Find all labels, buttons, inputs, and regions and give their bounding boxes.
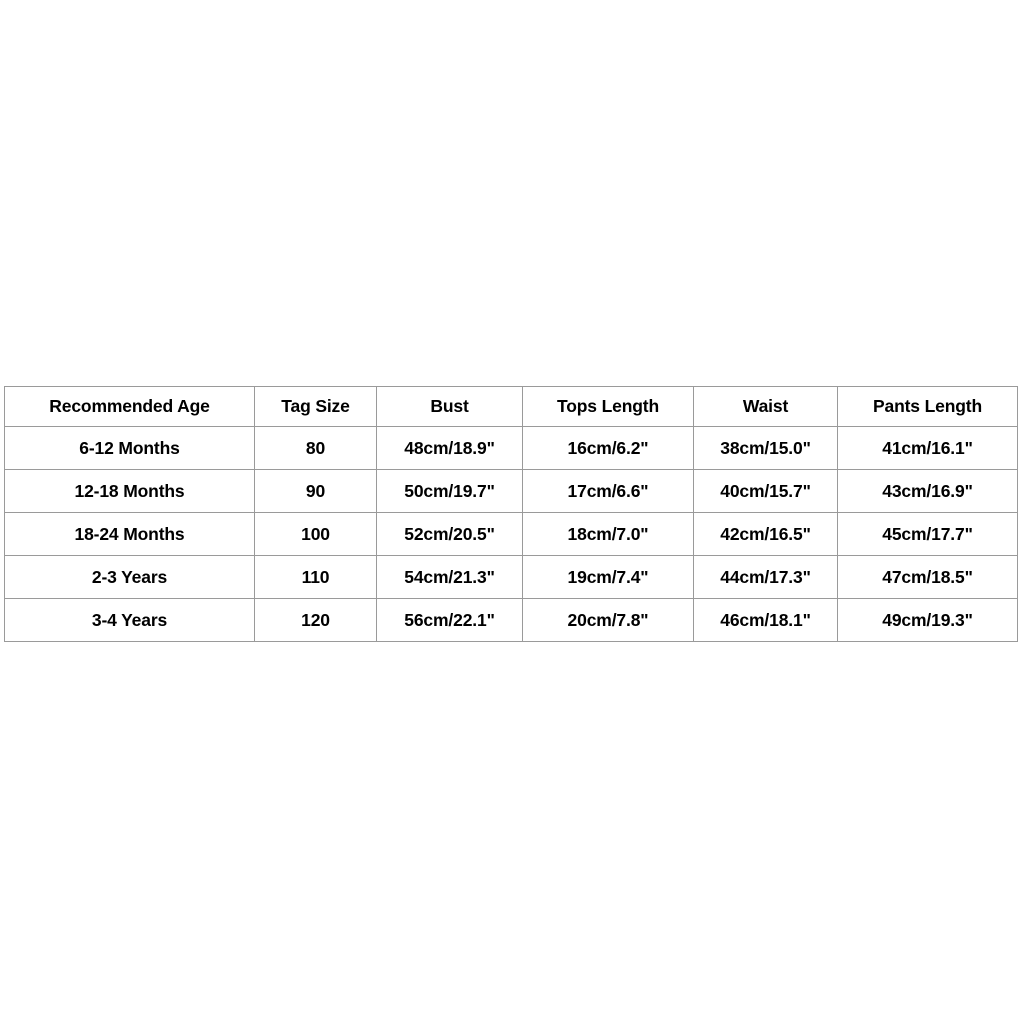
cell-tag-size: 110 <box>254 555 377 599</box>
cell-pants-length: 41cm/16.1" <box>837 426 1018 470</box>
cell-recommended-age: 2-3 Years <box>4 555 255 599</box>
table-header: Recommended Age Tag Size Bust Tops Lengt… <box>4 386 1018 427</box>
cell-recommended-age: 12-18 Months <box>4 469 255 513</box>
table-row: 12-18 Months 90 50cm/19.7" 17cm/6.6" 40c… <box>4 469 1018 513</box>
table-row: 2-3 Years 110 54cm/21.3" 19cm/7.4" 44cm/… <box>4 555 1018 599</box>
cell-pants-length: 43cm/16.9" <box>837 469 1018 513</box>
cell-tops-length: 18cm/7.0" <box>522 512 694 556</box>
cell-waist: 38cm/15.0" <box>693 426 838 470</box>
cell-bust: 48cm/18.9" <box>376 426 523 470</box>
cell-tops-length: 17cm/6.6" <box>522 469 694 513</box>
column-header-waist: Waist <box>693 386 838 427</box>
table-row: 6-12 Months 80 48cm/18.9" 16cm/6.2" 38cm… <box>4 426 1018 470</box>
cell-bust: 52cm/20.5" <box>376 512 523 556</box>
cell-tag-size: 80 <box>254 426 377 470</box>
cell-pants-length: 47cm/18.5" <box>837 555 1018 599</box>
column-header-pants-length: Pants Length <box>837 386 1018 427</box>
cell-waist: 42cm/16.5" <box>693 512 838 556</box>
cell-waist: 44cm/17.3" <box>693 555 838 599</box>
cell-tops-length: 16cm/6.2" <box>522 426 694 470</box>
table-row: 3-4 Years 120 56cm/22.1" 20cm/7.8" 46cm/… <box>4 598 1018 642</box>
column-header-tops-length: Tops Length <box>522 386 694 427</box>
size-chart-table: Recommended Age Tag Size Bust Tops Lengt… <box>4 386 1018 642</box>
cell-pants-length: 49cm/19.3" <box>837 598 1018 642</box>
cell-tag-size: 100 <box>254 512 377 556</box>
cell-bust: 54cm/21.3" <box>376 555 523 599</box>
cell-bust: 56cm/22.1" <box>376 598 523 642</box>
cell-waist: 40cm/15.7" <box>693 469 838 513</box>
cell-tops-length: 20cm/7.8" <box>522 598 694 642</box>
cell-pants-length: 45cm/17.7" <box>837 512 1018 556</box>
cell-recommended-age: 3-4 Years <box>4 598 255 642</box>
table-row: 18-24 Months 100 52cm/20.5" 18cm/7.0" 42… <box>4 512 1018 556</box>
size-chart-container: Recommended Age Tag Size Bust Tops Lengt… <box>4 386 1018 642</box>
cell-bust: 50cm/19.7" <box>376 469 523 513</box>
cell-recommended-age: 18-24 Months <box>4 512 255 556</box>
cell-recommended-age: 6-12 Months <box>4 426 255 470</box>
table-body: 6-12 Months 80 48cm/18.9" 16cm/6.2" 38cm… <box>4 426 1018 642</box>
cell-tops-length: 19cm/7.4" <box>522 555 694 599</box>
column-header-bust: Bust <box>376 386 523 427</box>
column-header-recommended-age: Recommended Age <box>4 386 255 427</box>
cell-tag-size: 90 <box>254 469 377 513</box>
cell-waist: 46cm/18.1" <box>693 598 838 642</box>
column-header-tag-size: Tag Size <box>254 386 377 427</box>
cell-tag-size: 120 <box>254 598 377 642</box>
header-row: Recommended Age Tag Size Bust Tops Lengt… <box>4 386 1018 427</box>
